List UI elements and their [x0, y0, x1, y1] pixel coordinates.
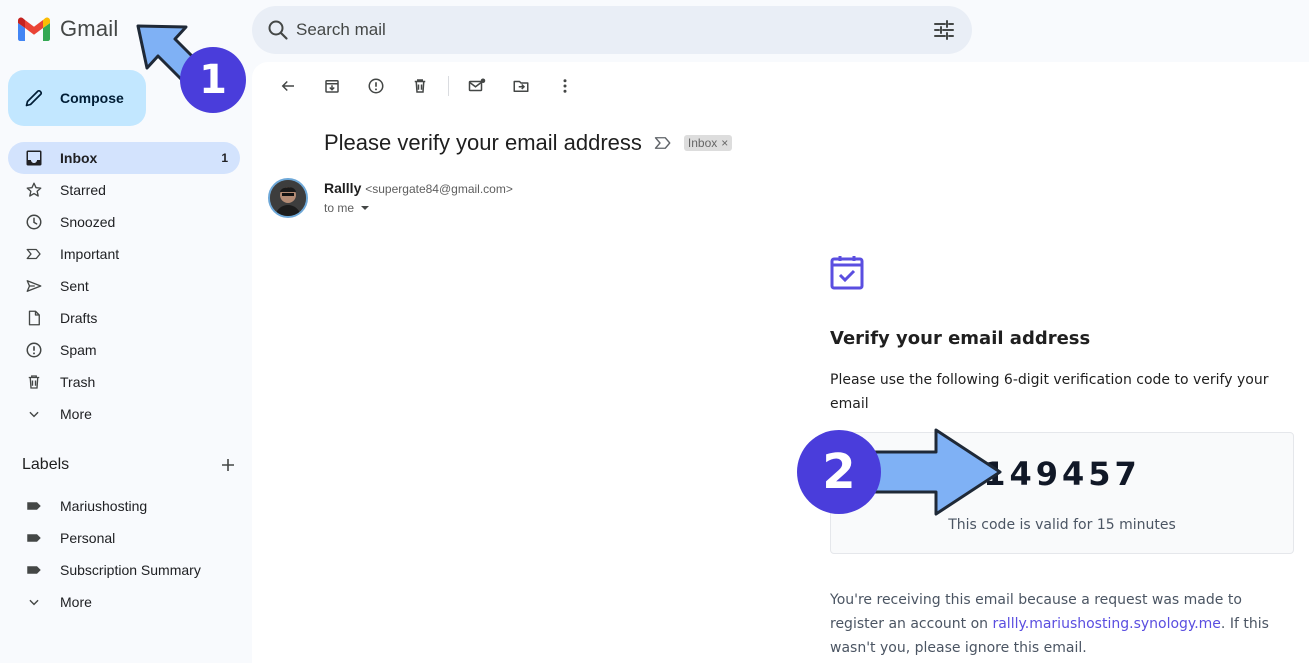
search-input[interactable]: [296, 6, 896, 54]
sidebar-item-label: Snoozed: [60, 214, 116, 230]
verify-instruction: Please use the following 6-digit verific…: [830, 372, 1269, 412]
draft-icon: [24, 308, 44, 328]
sidebar-item-label: Drafts: [60, 310, 98, 326]
search-icon[interactable]: [266, 18, 290, 42]
inbox-icon: [24, 148, 44, 168]
sender-avatar[interactable]: [268, 178, 308, 218]
sidebar-item-label: Spam: [60, 342, 97, 358]
sidebar-item-more[interactable]: More: [8, 398, 240, 430]
label-icon: [24, 560, 44, 580]
arrow-back-icon: [281, 80, 294, 92]
sidebar-item-label: Sent: [60, 278, 89, 294]
important-marker-icon[interactable]: [654, 136, 672, 150]
code-validity: This code is valid for 15 minutes: [948, 517, 1176, 533]
sender-line: Rallly <supergate84@gmail.com>: [324, 180, 513, 196]
clock-icon: [24, 212, 44, 232]
email-view: Please verify your email address Inbox ×…: [252, 62, 1309, 663]
label-icon: [24, 496, 44, 516]
toolbar-divider: [448, 76, 449, 96]
chip-label: Inbox: [687, 136, 718, 150]
back-button[interactable]: [266, 74, 310, 98]
label-name: More: [60, 594, 92, 610]
move-to-icon: [513, 80, 529, 92]
chevron-down-icon: [24, 404, 44, 424]
labels-heading: Labels: [22, 456, 70, 473]
pencil-icon: [25, 89, 43, 107]
caret-down-icon: [361, 206, 370, 210]
trash-icon: [24, 372, 44, 392]
labels-more[interactable]: More: [8, 586, 240, 618]
label-item-subscription-summary[interactable]: Subscription Summary: [8, 554, 240, 586]
sidebar-item-spam[interactable]: Spam: [8, 334, 240, 366]
recipient-label: to me: [324, 201, 355, 215]
gmail-wordmark: Gmail: [60, 16, 119, 41]
sender-name[interactable]: Rallly: [324, 180, 361, 196]
trash-icon: [414, 79, 426, 93]
more-options-button[interactable]: [543, 74, 587, 98]
sidebar-item-label: Inbox: [60, 150, 98, 166]
chevron-down-icon: [24, 592, 44, 612]
step-badge-2: 2: [797, 430, 881, 514]
sidebar-item-snoozed[interactable]: Snoozed: [8, 206, 240, 238]
sidebar-nav: Inbox 1 Starred Snoozed Important Sent D…: [8, 142, 240, 430]
email-toolbar: [266, 74, 587, 98]
sidebar-item-starred[interactable]: Starred: [8, 174, 240, 206]
search-options-icon[interactable]: [932, 18, 956, 42]
move-to-button[interactable]: [499, 74, 543, 98]
inbox-chip[interactable]: Inbox ×: [683, 135, 733, 151]
sidebar-item-label: More: [60, 406, 92, 422]
remove-label-icon[interactable]: ×: [721, 136, 728, 150]
compose-label: Compose: [60, 90, 124, 106]
important-icon: [24, 244, 44, 264]
sidebar-item-drafts[interactable]: Drafts: [8, 302, 240, 334]
sidebar-item-sent[interactable]: Sent: [8, 270, 240, 302]
sidebar-item-label: Important: [60, 246, 120, 262]
labels-header: Labels: [22, 456, 236, 474]
add-label-icon[interactable]: [220, 457, 236, 473]
sender-email: <supergate84@gmail.com>: [365, 182, 513, 196]
star-icon: [24, 180, 44, 200]
mark-unread-button[interactable]: [455, 74, 499, 98]
email-subject-row: Please verify your email address Inbox ×: [324, 130, 733, 156]
sidebar-item-important[interactable]: Important: [8, 238, 240, 270]
more-vert-icon: [563, 79, 567, 93]
verification-code-box: 149457 This code is valid for 15 minutes: [830, 432, 1294, 554]
spam-icon: [24, 340, 44, 360]
mark-unread-icon: [468, 78, 486, 92]
labels-list: Mariushosting Personal Subscription Summ…: [8, 490, 240, 618]
delete-button[interactable]: [398, 74, 442, 98]
archive-icon: [325, 80, 339, 93]
compose-button[interactable]: Compose: [8, 70, 146, 126]
report-icon: [368, 78, 384, 94]
send-icon: [24, 276, 44, 296]
gmail-m-icon: [18, 17, 50, 41]
label-item-personal[interactable]: Personal: [8, 522, 240, 554]
recipient-details[interactable]: to me: [324, 201, 370, 215]
register-site-link[interactable]: rallly.mariushosting.synology.me: [992, 616, 1220, 632]
report-spam-button[interactable]: [354, 74, 398, 98]
verification-code[interactable]: 149457: [831, 455, 1293, 493]
sidebar-item-label: Trash: [60, 374, 96, 390]
sidebar-item-label: Starred: [60, 182, 106, 198]
step-badge-1: 1: [180, 47, 246, 113]
verify-heading: Verify your email address: [830, 328, 1091, 349]
label-name: Subscription Summary: [60, 562, 201, 578]
email-footer: You're receiving this email because a re…: [830, 588, 1290, 660]
email-subject: Please verify your email address: [324, 130, 642, 155]
calendar-check-icon: [830, 256, 864, 290]
search-bar[interactable]: [252, 6, 972, 54]
label-name: Personal: [60, 530, 116, 546]
unread-count: 1: [221, 151, 228, 165]
sidebar-item-trash[interactable]: Trash: [8, 366, 240, 398]
label-name: Mariushosting: [60, 498, 148, 514]
label-icon: [24, 528, 44, 548]
archive-button[interactable]: [310, 74, 354, 98]
sidebar-item-inbox[interactable]: Inbox 1: [8, 142, 240, 174]
gmail-logo[interactable]: Gmail: [18, 16, 118, 42]
sender-photo: [270, 180, 306, 216]
label-item-mariushosting[interactable]: Mariushosting: [8, 490, 240, 522]
